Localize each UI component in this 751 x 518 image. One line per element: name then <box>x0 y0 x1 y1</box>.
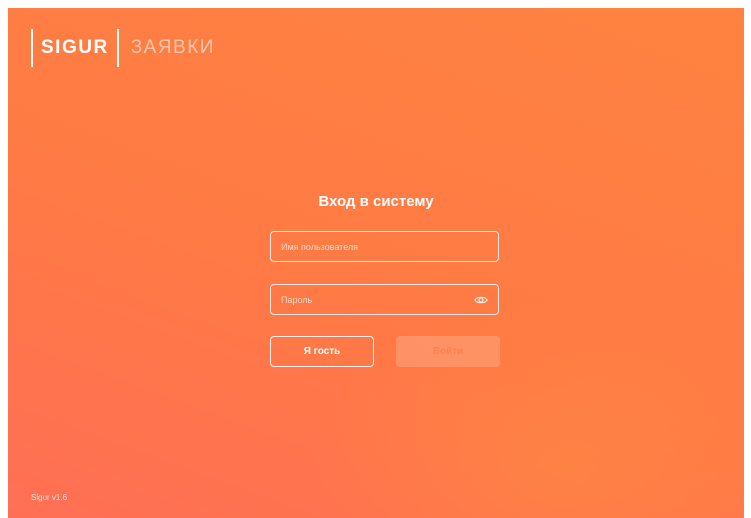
logo-left-bar <box>31 29 33 67</box>
password-input[interactable] <box>271 285 498 314</box>
guest-button[interactable]: Я гость <box>270 336 374 367</box>
logo-divider <box>116 29 119 67</box>
login-button[interactable]: Войти <box>396 336 500 367</box>
logo-brand: SIGUR <box>41 37 109 58</box>
eye-icon[interactable] <box>474 293 488 307</box>
password-field[interactable] <box>270 284 499 315</box>
app-logo: SIGUR ЗАЯВКИ <box>31 28 215 68</box>
login-title: Вход в систему <box>318 193 434 210</box>
version-label: Sigur v1.6 <box>31 493 68 502</box>
username-input[interactable] <box>271 232 498 261</box>
username-field[interactable] <box>270 231 499 262</box>
login-screen: SIGUR ЗАЯВКИ Вход в систему Я гость Войт… <box>8 8 744 518</box>
logo-app-name: ЗАЯВКИ <box>130 37 215 58</box>
